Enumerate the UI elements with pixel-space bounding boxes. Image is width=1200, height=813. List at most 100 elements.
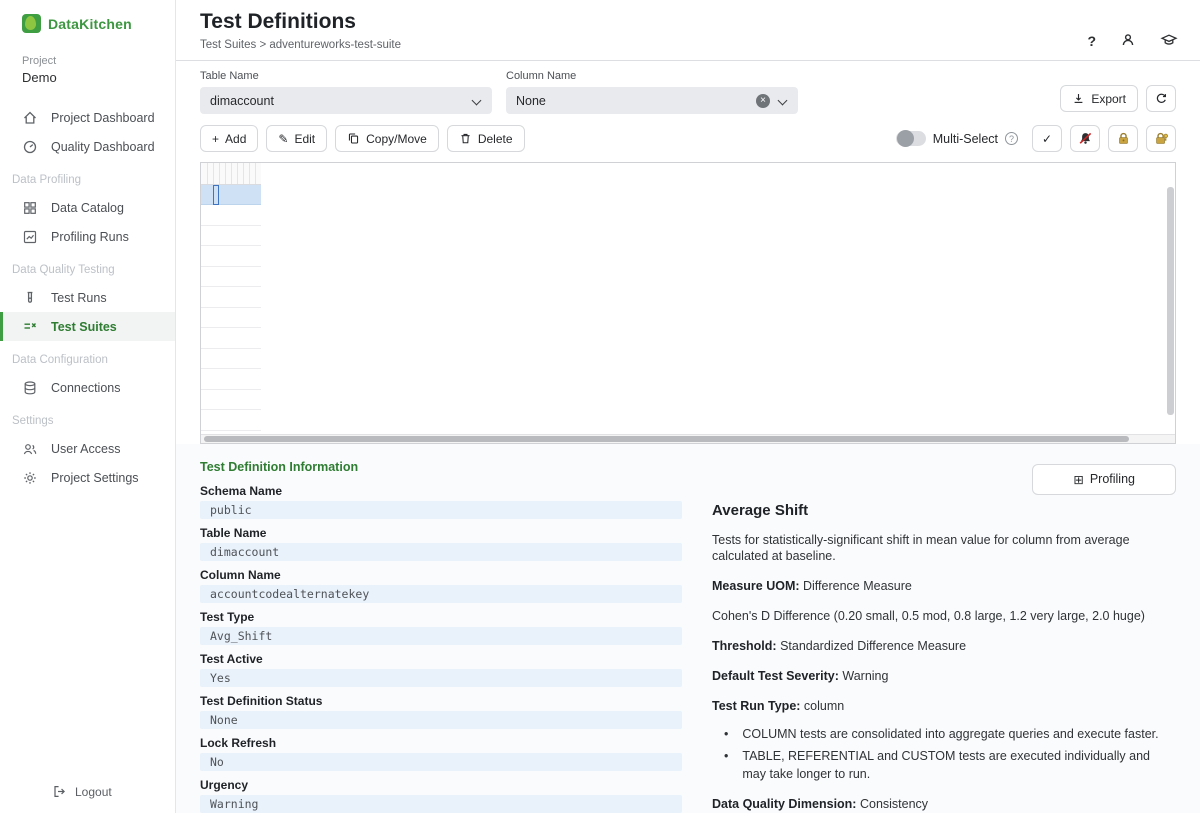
table-cell[interactable]: Inherited (No) [255,369,261,389]
table-header: SchemaTableColumns / FocusTest NameActiv… [201,163,261,185]
dimension-value: Consistency [860,797,928,811]
scrollbar-thumb[interactable] [204,436,1129,442]
profiling-button[interactable]: ⊞ Profiling [1032,464,1176,495]
breadcrumb[interactable]: Test Suites > adventureworks-test-suite [200,39,1176,51]
field-value: Avg_Shift [200,627,682,645]
mute-notifications-button[interactable] [1070,125,1100,152]
checklist-icon [22,319,38,335]
plus-icon: + [212,132,219,146]
delete-label: Delete [478,132,513,146]
table-cell[interactable]: Inherited (No) [255,308,261,328]
field-value: dimaccount [200,543,682,561]
column-name-select[interactable]: None × [506,87,798,114]
pencil-icon: ✎ [278,132,288,146]
edit-label: Edit [294,132,315,146]
delete-button[interactable]: Delete [447,125,525,152]
unlock-key-button[interactable] [1146,125,1176,152]
table-row[interactable]: publicdimaccountaccountdescriptionAlpha … [201,287,261,308]
sidebar-item-label: Test Runs [51,291,107,305]
sidebar-item-user-access[interactable]: User Access [0,434,175,463]
user-icon[interactable] [1120,32,1136,50]
field-value: Warning [200,795,682,813]
sidebar-item-data-catalog[interactable]: Data Catalog [0,193,175,222]
clear-icon[interactable]: × [756,94,770,108]
test-attribute: Threshold: Standardized Difference Measu… [712,638,1176,655]
copy-icon [347,132,360,145]
chevron-down-icon [472,96,482,106]
test-type-bullets: •COLUMN tests are consolidated into aggr… [712,726,1176,784]
table-cell[interactable]: Inherited (No) [255,410,261,430]
test-type-title: Average Shift [712,502,1176,519]
field-value: None [200,711,682,729]
sidebar: DataKitchen Project Demo Project Dashboa… [0,0,176,813]
table-cell[interactable]: Inherited (No) [255,287,261,307]
users-icon [22,441,38,457]
sidebar-item-profiling-runs[interactable]: Profiling Runs [0,222,175,251]
table-row[interactable]: publicdimaccountaccountkeyMinimum ValueY… [201,390,261,411]
export-button[interactable]: Export [1060,85,1138,112]
table-cell[interactable]: Inherited (No) [255,185,261,205]
export-label: Export [1091,92,1126,106]
test-type-description: Tests for statistically-significant shif… [712,532,1176,566]
table-row[interactable]: publicdimaccountaccountcodealternatekeyR… [201,246,261,267]
sidebar-item-test-runs[interactable]: Test Runs [0,283,175,312]
table-row[interactable]: publicdimaccountaccountkeyNew ShiftYesNo… [201,369,261,390]
info-icon[interactable]: ? [1005,132,1018,145]
table-row[interactable]: publicdimaccountaccountcodealternatekeyA… [201,185,261,206]
edit-button[interactable]: ✎ Edit [266,125,327,152]
sidebar-item-project-dashboard[interactable]: Project Dashboard [0,103,175,132]
info-fields: Schema NamepublicTable NamedimaccountCol… [200,484,682,813]
field-label: Test Active [200,652,682,666]
check-icon: ✓ [1042,132,1052,146]
table-cell[interactable]: Inherited (No) [255,246,261,266]
vertical-scrollbar[interactable] [1167,187,1174,415]
table-row[interactable]: publicdimaccountaccountcodealternatekeyM… [201,226,261,247]
column-name-value: None [516,94,750,108]
table-cell[interactable]: Inherited (No) [255,267,261,287]
table-name-select[interactable]: dimaccount [200,87,492,114]
table-row[interactable]: publicdimaccountaccountdescriptionRequir… [201,308,261,329]
confirm-button[interactable]: ✓ [1032,125,1062,152]
copy-move-label: Copy/Move [366,132,427,146]
test-attribute: Cohen's D Difference (0.20 small, 0.5 mo… [712,608,1176,625]
sidebar-item-label: Quality Dashboard [51,140,155,154]
table-cell[interactable]: Inherited (No) [255,328,261,348]
table-row[interactable]: publicdimaccountaccountdescriptionPercen… [201,328,261,349]
add-button[interactable]: + Add [200,125,258,152]
test-attribute: Measure UOM: Difference Measure [712,578,1176,595]
trash-icon [459,132,472,145]
column-header[interactable]: Export to Observabilty [255,163,261,184]
lock-button[interactable] [1108,125,1138,152]
table-row[interactable]: publicdimaccountaccountcodealternatekeyN… [201,205,261,226]
sidebar-section-data-configuration: Data Configuration [0,354,175,366]
test-type-attributes: Measure UOM: Difference Measure Cohen's D… [712,578,1176,714]
sidebar-section-data-quality-testing: Data Quality Testing [0,264,175,276]
field-label: Column Name [200,568,682,582]
sidebar-section-settings: Settings [0,415,175,427]
sidebar-item-connections[interactable]: Connections [0,373,175,402]
field-label: Table Name [200,526,682,540]
details-panel: Test Definition Information Schema Namep… [176,444,1200,813]
copy-move-button[interactable]: Copy/Move [335,125,439,152]
table-row[interactable]: publicdimaccountaccountkeyAverage ShiftY… [201,349,261,370]
logout-button[interactable]: Logout [52,784,112,799]
project-name: Demo [0,70,175,85]
horizontal-scrollbar[interactable] [201,434,1175,443]
brand-logo: DataKitchen [0,14,175,33]
sidebar-item-quality-dashboard[interactable]: Quality Dashboard [0,132,175,161]
sidebar-item-label: Project Settings [51,471,139,485]
table-row[interactable]: publicdimaccountaccountcodealternatekeyP… [201,267,261,288]
datakitchen-logo-icon [22,14,41,33]
sidebar-item-test-suites[interactable]: Test Suites [0,312,175,341]
table-cell[interactable]: Inherited (No) [255,226,261,246]
table-cell[interactable]: Inherited (No) [255,349,261,369]
table-cell[interactable]: Inherited (No) [255,205,261,225]
help-icon[interactable]: ? [1087,34,1096,48]
bullet-item: •COLUMN tests are consolidated into aggr… [724,726,1176,744]
table-cell[interactable]: Inherited (No) [255,390,261,410]
table-row[interactable]: publicdimaccountaccountkeyRequired Entry… [201,410,261,431]
graduation-cap-icon[interactable] [1160,32,1178,50]
multi-select-toggle[interactable] [896,131,926,146]
refresh-button[interactable] [1146,85,1176,112]
sidebar-item-project-settings[interactable]: Project Settings [0,463,175,492]
